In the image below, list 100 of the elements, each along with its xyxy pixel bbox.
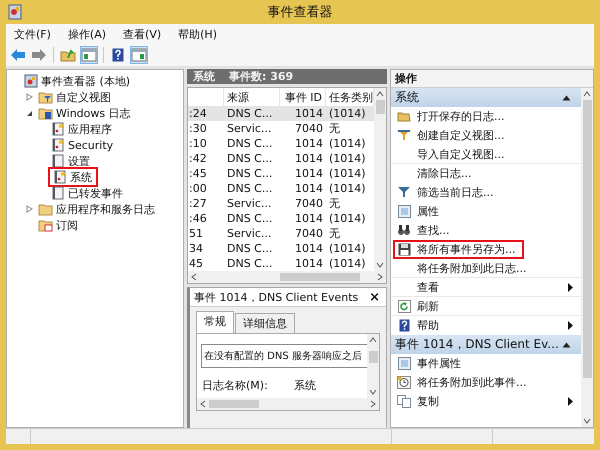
action-item[interactable]: 筛选当前日志... <box>393 182 502 202</box>
table-cell-text: (1014) <box>328 211 367 226</box>
action-item[interactable]: 属性 <box>393 202 447 220</box>
tree-item[interactable]: 自定义视图 <box>34 90 115 104</box>
action-item[interactable]: 创建自定义视图... <box>393 126 512 144</box>
table-cell-text: DNS C... <box>226 256 274 271</box>
close-button[interactable]: × <box>369 290 380 304</box>
action-item[interactable]: 打开保存的日志... <box>393 106 512 126</box>
table-row[interactable]: :46 DNS C... 1014 (1014) <box>188 211 374 226</box>
tree-item[interactable]: 应用程序 <box>48 122 116 136</box>
action-item[interactable]: 将任务附加到此事件... <box>393 372 534 392</box>
pane-icon[interactable] <box>130 46 148 64</box>
table-cell-text: Servic... <box>226 121 272 136</box>
scroll-down-icon[interactable] <box>376 262 384 268</box>
help-icon <box>398 318 410 332</box>
scroll-left-icon[interactable] <box>191 273 197 281</box>
table-cell-text: (1014) <box>328 166 367 181</box>
table-row[interactable]: :30 Servic... 7040 无 <box>188 121 374 136</box>
action-item[interactable]: 刷新 <box>393 296 447 316</box>
table-cell-text: 45 <box>188 256 204 271</box>
vertical-scrollbar[interactable] <box>374 88 386 271</box>
tree-item[interactable]: 事件查看器 (本地) <box>20 74 134 88</box>
tab[interactable]: 常规 <box>196 311 234 333</box>
scrollbar-thumb[interactable] <box>280 273 360 281</box>
tree-item[interactable]: 系统 <box>48 167 98 187</box>
refresh-icon <box>398 300 410 312</box>
menu-item[interactable]: 文件(F) <box>14 26 51 42</box>
collapsed-arrow-icon[interactable] <box>26 205 32 213</box>
scroll-left-icon[interactable] <box>200 400 206 408</box>
log-icon <box>52 154 65 168</box>
action-item[interactable]: 复制 <box>393 392 447 410</box>
tab[interactable]: 详细信息 <box>235 313 295 333</box>
action-item[interactable]: 查看 <box>393 278 447 296</box>
table-row[interactable]: :45 DNS C... 1014 (1014) <box>188 166 374 181</box>
table-row[interactable]: :42 DNS C... 1014 (1014) <box>188 151 374 166</box>
scroll-up-icon[interactable] <box>369 337 377 343</box>
tree-item[interactable]: 设置 <box>48 154 94 168</box>
scrollbar-thumb[interactable] <box>376 100 384 114</box>
action-item[interactable]: 帮助 <box>393 316 447 334</box>
table-cell-text: 34 <box>188 241 204 256</box>
event-viewer-icon <box>24 74 38 88</box>
tree-item[interactable]: 订阅 <box>34 218 82 232</box>
action-item[interactable]: 清除日志... <box>393 164 480 182</box>
table-cell-text: :30 <box>188 121 208 136</box>
table-cell-text: 1014 <box>294 181 324 196</box>
log-icon <box>52 138 65 152</box>
horizontal-scrollbar[interactable] <box>188 271 386 283</box>
tree-item[interactable]: Windows 日志 <box>34 106 135 120</box>
table-cell-text: 无 <box>328 121 341 136</box>
expanded-arrow-icon[interactable] <box>26 110 32 116</box>
scroll-right-icon[interactable] <box>370 400 376 408</box>
copy-icon <box>397 394 411 408</box>
menu-item[interactable]: 帮助(H) <box>178 26 217 42</box>
table-row[interactable]: 51 Servic... 7040 无 <box>188 226 374 241</box>
scroll-up-icon[interactable] <box>376 91 384 97</box>
table-cell-text: (1014) <box>328 151 367 166</box>
tree-item[interactable]: 已转发事件 <box>48 186 127 200</box>
tree-item[interactable]: Security <box>48 138 118 152</box>
folder-icon <box>38 90 53 104</box>
table-row[interactable]: 34 DNS C... 1014 (1014) <box>188 241 374 256</box>
action-item[interactable]: 将所有事件另存为... <box>393 240 524 258</box>
table-cell-text: 无 <box>328 196 341 211</box>
collapse-icon[interactable] <box>562 94 571 100</box>
table-row[interactable]: 45 DNS C... 1014 (1014) <box>188 256 374 271</box>
action-item[interactable]: 查找... <box>393 220 458 240</box>
scroll-up-icon[interactable] <box>583 91 591 97</box>
tree-icon[interactable] <box>80 46 98 64</box>
action-item[interactable]: 事件属性 <box>393 354 469 372</box>
table-row[interactable]: :10 DNS C... 1014 (1014) <box>188 136 374 151</box>
binoculars-icon <box>397 224 411 236</box>
description-field[interactable]: 在没有配置的 DNS 服务器响应之后 <box>201 344 367 368</box>
scroll-right-icon[interactable] <box>377 273 383 281</box>
table-row[interactable]: :00 DNS C... 1014 (1014) <box>188 181 374 196</box>
horizontal-scrollbar[interactable] <box>197 398 379 410</box>
section-header[interactable]: 系统 <box>391 88 581 107</box>
scroll-down-icon[interactable] <box>583 418 591 424</box>
action-item[interactable]: 将任务附加到此日志... <box>393 258 534 278</box>
scrollbar-thumb[interactable] <box>209 400 259 408</box>
table-row[interactable]: :24 DNS C... 1014 (1014) <box>188 106 374 121</box>
vertical-scrollbar[interactable] <box>581 88 593 427</box>
forward-icon[interactable] <box>30 46 48 64</box>
tree-item[interactable]: 应用程序和服务日志 <box>34 202 159 216</box>
table-row[interactable]: :27 Servic... 7040 无 <box>188 196 374 211</box>
scrollbar-thumb[interactable] <box>582 100 592 378</box>
table-cell-text: DNS C... <box>226 211 274 226</box>
menu-item[interactable]: 操作(A) <box>68 26 106 42</box>
scroll-down-icon[interactable] <box>369 389 377 395</box>
menu-item[interactable]: 查看(V) <box>123 26 162 42</box>
table-cell-text: :24 <box>188 106 208 121</box>
table-cell-text: DNS C... <box>226 106 274 121</box>
action-item[interactable]: 导入自定义视图... <box>393 144 512 164</box>
table-cell-text: :00 <box>188 181 208 196</box>
table-cell-text: 1014 <box>294 151 324 166</box>
collapse-icon[interactable] <box>562 342 571 348</box>
section-header[interactable]: 事件 1014，DNS Client Ev... <box>391 335 581 354</box>
table-cell-text: Servic... <box>226 196 272 211</box>
table-cell-text: DNS C... <box>226 241 274 256</box>
collapsed-arrow-icon[interactable] <box>26 93 32 101</box>
vertical-scrollbar[interactable] <box>367 334 379 398</box>
scrollbar-thumb[interactable] <box>368 351 378 363</box>
